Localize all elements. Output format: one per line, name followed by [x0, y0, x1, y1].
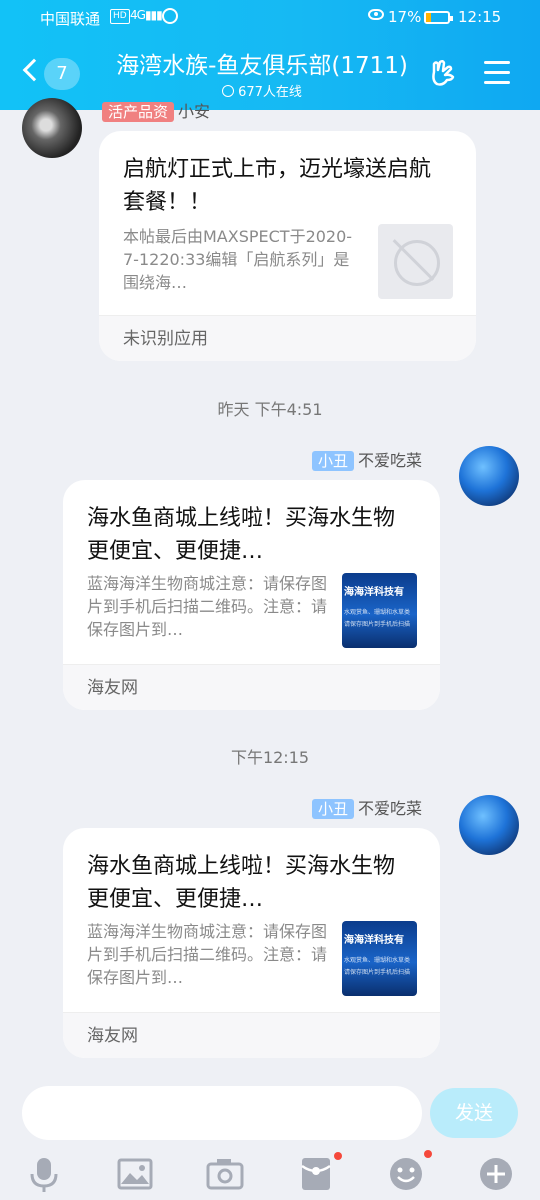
thumbnail-subtext: 水观赏鱼、珊瑚和水草类 — [344, 609, 411, 616]
chevron-left-icon — [22, 58, 46, 82]
wifi-icon — [162, 8, 178, 24]
share-card[interactable]: 海水鱼商城上线啦！买海水生物更便宜、更便捷… 蓝海海洋生物商城注意：请保存图片到… — [63, 480, 440, 710]
carrier-name: 中国联通 — [40, 10, 101, 28]
share-card[interactable]: 启航灯正式上市，迈光壕送启航套餐！！ 本帖最后由MAXSPECT于2020-7-… — [99, 131, 476, 361]
online-label: 677人在线 — [238, 85, 302, 100]
online-icon — [222, 85, 235, 97]
status-bar: 中国联通 HD 4G▮▮▮ 17% 12:15 — [0, 0, 540, 36]
avatar[interactable] — [22, 98, 82, 158]
sender-name: 不爱吃菜 — [358, 799, 423, 818]
sender-label: 小丑 不爱吃菜 — [312, 795, 422, 819]
menu-icon[interactable] — [484, 61, 512, 85]
image-icon[interactable] — [115, 1154, 155, 1194]
sender-label: 小丑 不爱吃菜 — [312, 447, 422, 471]
emoji-icon[interactable] — [386, 1154, 426, 1194]
thumbnail-subtext: 水观赏鱼、珊瑚和水草类 — [344, 957, 411, 964]
send-button[interactable]: 发送 — [430, 1088, 518, 1138]
card-source: 海友网 — [63, 664, 440, 710]
battery-percent: 17% — [388, 8, 422, 26]
member-badge: 小丑 — [312, 451, 355, 471]
hand-gesture-icon[interactable] — [428, 58, 462, 90]
thumbnail-text: 海海洋科技有 — [344, 587, 404, 598]
card-source: 海友网 — [63, 1012, 440, 1058]
red-packet-icon[interactable] — [296, 1154, 336, 1194]
signal-icon: 4G▮▮▮ — [130, 8, 163, 22]
card-title: 海水鱼商城上线啦！买海水生物更便宜、更便捷… — [87, 506, 396, 564]
card-title: 启航灯正式上市，迈光壕送启航套餐！！ — [123, 157, 432, 215]
member-badge: 活产品资 — [102, 102, 175, 122]
hd-indicator: HD — [110, 9, 130, 24]
group-title[interactable]: 海湾水族-鱼友俱乐部(1711) — [100, 46, 424, 80]
avatar[interactable] — [459, 795, 519, 855]
notification-dot — [334, 1152, 342, 1160]
back-button[interactable]: 7 — [22, 56, 84, 92]
card-description: 本帖最后由MAXSPECT于2020-7-1220:33编辑「启航系列」是围绕海… — [123, 227, 353, 292]
thumbnail-text: 海海洋科技有 — [344, 935, 404, 946]
notification-dot — [424, 1150, 432, 1158]
thumbnail-subtext: 请保存图片到手机后扫描 — [344, 621, 411, 628]
card-thumbnail: 海海洋科技有 水观赏鱼、珊瑚和水草类 请保存图片到手机后扫描 — [342, 921, 417, 996]
card-description: 蓝海海洋生物商城注意：请保存图片到手机后扫描二维码。注意：请保存图片到… — [87, 922, 328, 987]
unread-count: 7 — [44, 58, 80, 90]
message-input[interactable] — [22, 1086, 422, 1140]
sender-label: 活产品资 小安 — [102, 98, 210, 122]
sender-name: 小安 — [178, 102, 211, 121]
card-title: 海水鱼商城上线啦！买海水生物更便宜、更便捷… — [87, 854, 396, 912]
network-type: 4G — [130, 8, 146, 22]
time-separator: 昨天 下午4:51 — [217, 400, 323, 419]
plus-icon[interactable] — [476, 1154, 516, 1194]
camera-icon[interactable] — [205, 1154, 245, 1194]
card-source: 未识别应用 — [99, 315, 476, 361]
share-card[interactable]: 海水鱼商城上线啦！买海水生物更便宜、更便捷… 蓝海海洋生物商城注意：请保存图片到… — [63, 828, 440, 1058]
broken-image-icon — [378, 224, 453, 299]
thumbnail-subtext: 请保存图片到手机后扫描 — [344, 969, 411, 976]
status-time: 12:15 — [458, 8, 502, 26]
card-thumbnail: 海海洋科技有 水观赏鱼、珊瑚和水草类 请保存图片到手机后扫描 — [342, 573, 417, 648]
sender-name: 不爱吃菜 — [358, 451, 423, 470]
microphone-icon[interactable] — [24, 1154, 64, 1194]
member-badge: 小丑 — [312, 799, 355, 819]
input-toolbar — [0, 1150, 540, 1200]
card-description: 蓝海海洋生物商城注意：请保存图片到手机后扫描二维码。注意：请保存图片到… — [87, 574, 328, 639]
time-separator: 下午12:15 — [230, 748, 310, 767]
avatar[interactable] — [459, 446, 519, 506]
eye-comfort-icon — [368, 9, 384, 20]
chat-header: 中国联通 HD 4G▮▮▮ 17% 12:15 7 海湾水族-鱼友俱乐部(171… — [0, 0, 540, 110]
battery-icon — [424, 11, 453, 24]
